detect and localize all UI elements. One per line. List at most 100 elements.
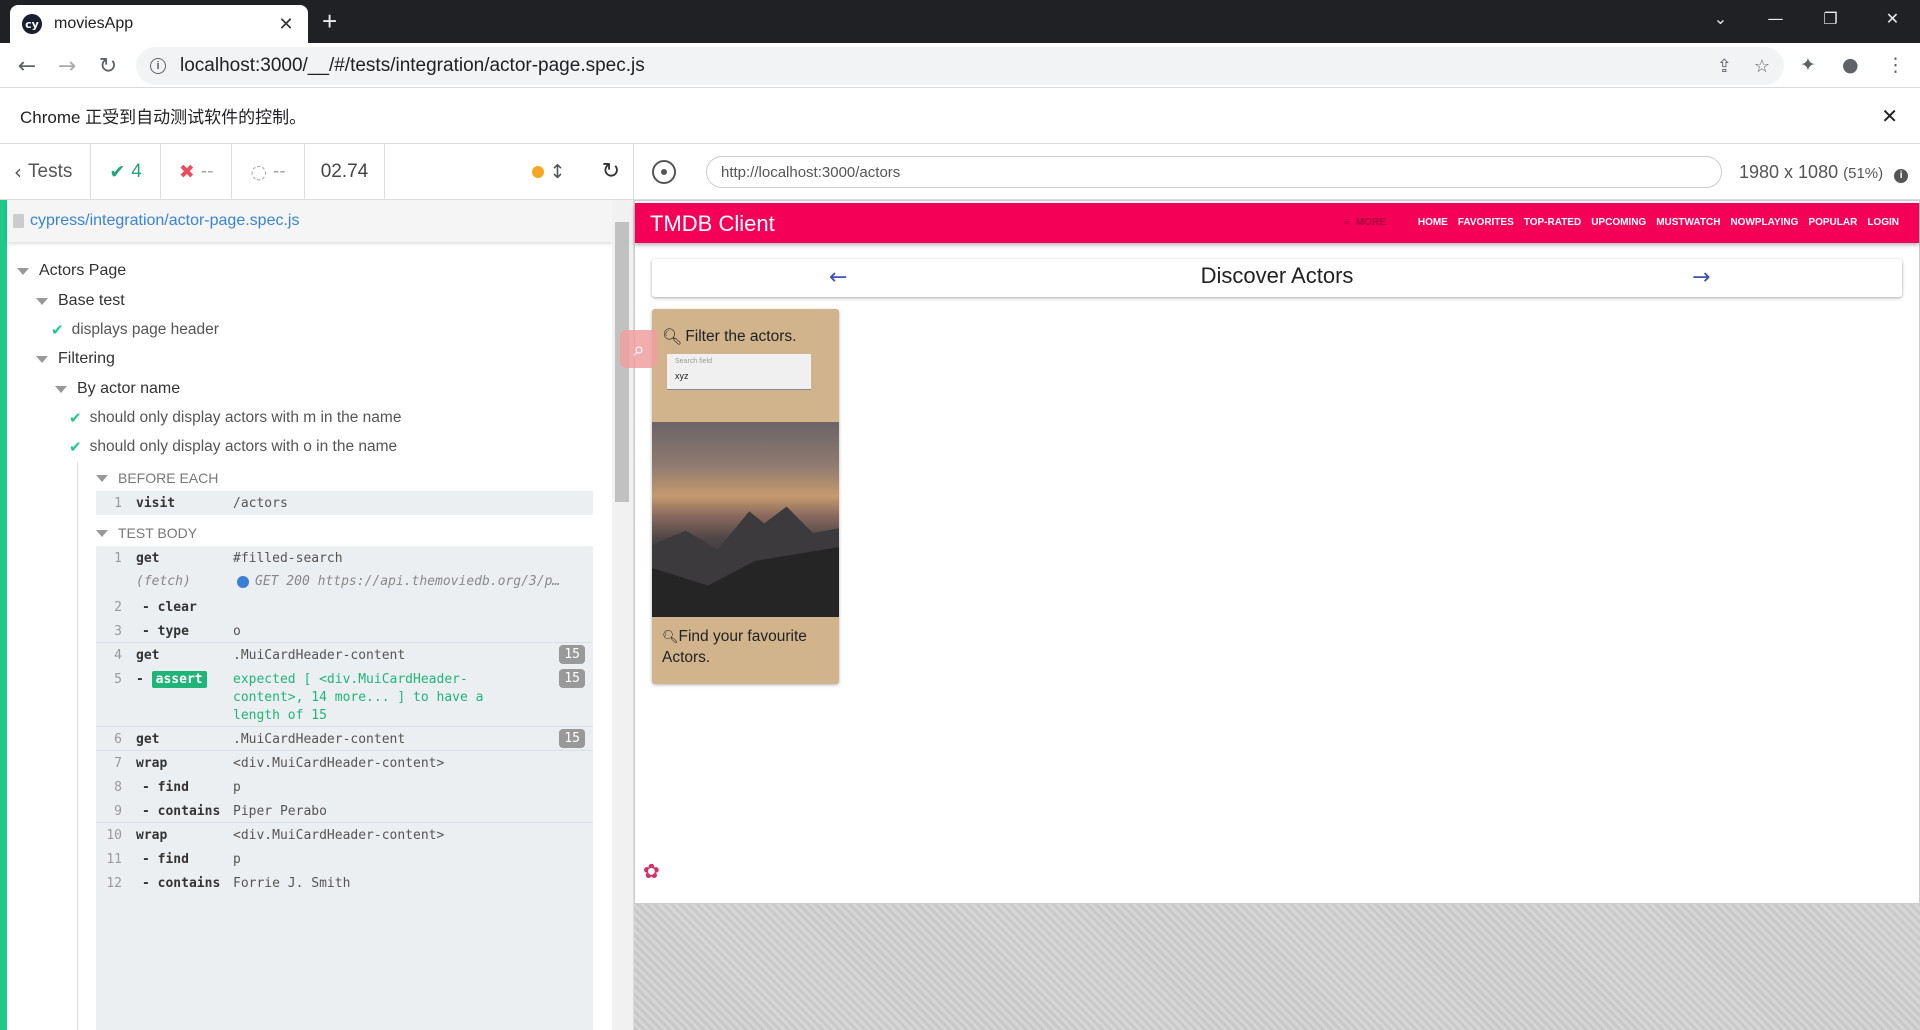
- tab-close-icon[interactable]: ✕: [276, 14, 296, 35]
- nav-popular[interactable]: POPULAR: [1808, 217, 1857, 228]
- hook-title: TEST BODY: [118, 525, 198, 541]
- reporter-body: cypress/integration/actor-page.spec.js A…: [0, 200, 612, 1030]
- address-url: localhost:3000/__/#/tests/integration/ac…: [180, 55, 645, 76]
- aut-url-field[interactable]: http://localhost:3000/actors: [706, 156, 1722, 188]
- info-icon[interactable]: i: [1894, 168, 1909, 183]
- nav-top-rated[interactable]: TOP-RATED: [1524, 217, 1581, 228]
- command-number: 1: [114, 551, 122, 566]
- command-name: visit: [136, 496, 176, 511]
- search-input[interactable]: Search field xyz: [667, 354, 811, 390]
- magnifier-overlay-icon[interactable]: ⌕: [620, 330, 658, 368]
- rerun-icon[interactable]: ↻: [602, 159, 620, 184]
- passed-check-icon: ✔: [51, 321, 64, 339]
- command-number: 11: [106, 852, 122, 867]
- nav-upcoming[interactable]: UPCOMING: [1591, 217, 1646, 228]
- command-name: - type: [142, 624, 189, 639]
- hook-test-body[interactable]: TEST BODY: [96, 525, 197, 541]
- command-number: 1: [114, 496, 122, 511]
- command-number: 5: [114, 672, 122, 687]
- hook-guide-line: [77, 462, 78, 1030]
- filter-header: 🔍︎ Filter the actors.: [662, 327, 796, 346]
- command-number: 9: [114, 804, 122, 819]
- command-message: o: [233, 624, 241, 639]
- suite-title: Base test: [58, 292, 125, 309]
- command-number: 8: [114, 780, 122, 795]
- nav-mustwatch[interactable]: MUSTWATCH: [1656, 217, 1720, 228]
- command-number: 6: [114, 732, 122, 747]
- profile-avatar-icon[interactable]: ●: [1842, 54, 1859, 76]
- nav-login[interactable]: LOGIN: [1867, 217, 1899, 228]
- x-icon: ✖: [178, 160, 195, 183]
- command-message: /actors: [233, 496, 288, 511]
- forward-icon[interactable]: →: [53, 52, 81, 80]
- reload-icon[interactable]: ↻: [94, 52, 122, 80]
- suite-base-test[interactable]: Base test: [36, 292, 125, 310]
- failed-value: --: [200, 160, 214, 182]
- suite-filtering[interactable]: Filtering: [36, 350, 115, 368]
- test-displays-page-header[interactable]: ✔ displays page header: [51, 321, 219, 339]
- site-info-icon[interactable]: i: [150, 58, 166, 74]
- command-name: - find: [142, 780, 189, 795]
- command-message: <div.MuiCardHeader-content>: [233, 756, 445, 771]
- hook-before-each[interactable]: BEFORE EACH: [96, 470, 218, 486]
- bookmark-star-icon[interactable]: ☆: [1754, 56, 1770, 77]
- viewport-scale: (51%): [1843, 165, 1884, 182]
- command-separator: [96, 726, 593, 727]
- suite-actors-page[interactable]: Actors Page: [17, 262, 126, 280]
- tab-title: moviesApp: [54, 15, 134, 32]
- restore-icon[interactable]: ❐: [1803, 0, 1858, 36]
- share-icon[interactable]: ⇪: [1717, 56, 1732, 77]
- chevron-left-icon: ‹: [14, 159, 22, 184]
- command-number: 4: [114, 648, 122, 663]
- auto-scroll-dot-icon[interactable]: [531, 165, 544, 178]
- nav-home[interactable]: HOME: [1418, 217, 1448, 228]
- infobar-close-icon[interactable]: ✕: [1881, 104, 1898, 129]
- tests-back-button[interactable]: ‹ Tests: [0, 144, 92, 199]
- passed-value: 4: [131, 160, 142, 182]
- command-message: #filled-search: [233, 551, 343, 566]
- cypress-favicon-icon: cy: [22, 14, 42, 34]
- command-message: GET 200 https://api.themoviedb.org/3/p…: [233, 574, 560, 589]
- arrow-forward-icon[interactable]: →: [1692, 265, 1710, 290]
- card-footer: 🔍︎Find your favourite Actors.: [662, 627, 827, 668]
- command-number: 10: [106, 828, 122, 843]
- suite-by-actor-name[interactable]: By actor name: [55, 380, 180, 398]
- passed-count: ✔ 4: [91, 144, 161, 199]
- reporter-scrollbar[interactable]: [612, 200, 632, 1030]
- suite-title: By actor name: [77, 380, 181, 397]
- spec-file-bar[interactable]: cypress/integration/actor-page.spec.js: [7, 200, 612, 242]
- chrome-menu-icon[interactable]: ⋮: [1886, 54, 1905, 76]
- nav-more-button[interactable]: ≡ MORE: [1344, 217, 1386, 228]
- window-close-icon[interactable]: ✕: [1865, 0, 1920, 36]
- collapse-triangle-icon: [55, 385, 67, 393]
- test-filter-m[interactable]: ✔ should only display actors with m in t…: [69, 409, 401, 427]
- auto-scroll-arrows-icon[interactable]: ↕: [550, 161, 566, 183]
- card-footer-text: Find your favourite Actors.: [662, 628, 807, 666]
- browser-tab[interactable]: cy moviesApp ✕: [10, 5, 308, 43]
- hook-title: BEFORE EACH: [118, 470, 219, 486]
- tab-search-icon[interactable]: ⌄: [1693, 0, 1748, 36]
- nav-favorites[interactable]: FAVORITES: [1458, 217, 1514, 228]
- selector-playground-icon[interactable]: [652, 160, 676, 184]
- passed-check-icon: ✔: [69, 438, 82, 456]
- before-each-commands: 1 visit /actors: [96, 491, 593, 515]
- command-message: <div.MuiCardHeader-content>: [233, 828, 445, 843]
- extensions-icon[interactable]: ✦: [1800, 54, 1816, 76]
- reporter-controls: ↕ ↻: [385, 144, 633, 199]
- command-number: 12: [106, 876, 122, 891]
- back-icon[interactable]: ←: [13, 52, 41, 80]
- page-title: Discover Actors: [1200, 263, 1354, 288]
- collapse-triangle-icon: [36, 297, 48, 305]
- command-separator: [96, 642, 593, 643]
- address-bar[interactable]: i localhost:3000/__/#/tests/integration/…: [136, 47, 1784, 85]
- new-tab-icon[interactable]: +: [322, 8, 337, 34]
- command-name: - find: [142, 852, 189, 867]
- nav-nowplaying[interactable]: NOWPLAYING: [1730, 217, 1798, 228]
- xhr-status-dot-icon: [237, 575, 249, 588]
- discover-header: ← Discover Actors →: [652, 259, 1902, 297]
- test-filter-o[interactable]: ✔ should only display actors with o in t…: [69, 438, 397, 456]
- react-devtools-icon[interactable]: ✿: [643, 861, 663, 881]
- duration: 02.74: [305, 144, 386, 199]
- minimize-icon[interactable]: —: [1748, 0, 1803, 36]
- test-title: should only display actors with o in the…: [89, 438, 398, 455]
